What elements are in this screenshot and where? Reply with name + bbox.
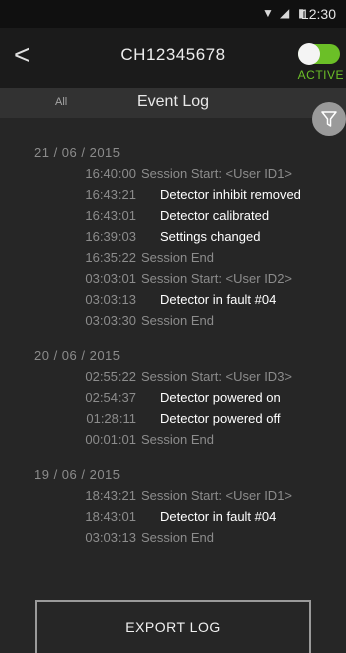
log-entry: 16:39:03 Settings changed [0,226,346,247]
export-log-label: EXPORT LOG [125,619,221,635]
log-description: Detector in fault #04 [160,292,277,307]
log-group: 20 / 06 / 2015 02:55:22 Session Start: <U… [0,345,346,450]
status-bar: ▼ ◢ ▮ 12:30 [0,0,346,28]
log-time: 16:40:00 [85,166,136,181]
toggle-knob [298,43,320,65]
log-description: Session End [141,530,214,545]
log-description: Settings changed [160,229,261,244]
log-entry: 01:28:11 Detector powered off [0,408,346,429]
log-description: Detector powered off [160,411,281,426]
event-log-list: 21 / 06 / 2015 16:40:00 Session Start: <U… [0,142,346,562]
log-time: 03:03:30 [85,313,136,328]
log-description: Session Start: <User ID2> [141,271,293,286]
log-time: 18:43:21 [85,488,136,503]
log-time: 03:03:13 [85,292,136,307]
log-description: Session Start: <User ID1> [141,488,293,503]
log-time: 16:43:01 [85,208,136,223]
device-id-title: CH12345678 [120,45,226,64]
log-time: 16:35:22 [85,250,136,265]
log-description: Session Start: <User ID1> [141,166,293,181]
log-time: 16:39:03 [85,229,136,244]
clock: 12:30 [300,6,336,22]
log-group: 21 / 06 / 2015 16:40:00 Session Start: <U… [0,142,346,331]
log-description: Detector in fault #04 [160,509,277,524]
log-entry: 16:43:21 Detector inhibit removed [0,184,346,205]
page-title: Event Log [136,93,210,110]
log-description: Session End [141,313,214,328]
export-log-button[interactable]: EXPORT LOG [35,600,311,653]
log-description: Detector calibrated [160,208,270,223]
log-entry: 00:01:01 Session End [0,429,346,450]
log-date: 20 / 06 / 2015 [34,348,121,363]
log-entry: 03:03:13 Detector in fault #04 [0,289,346,310]
log-description: Session End [141,432,214,447]
cell-signal-icon: ◢ [280,6,290,20]
log-entry: 18:43:01 Detector in fault #04 [0,506,346,527]
log-entry: 02:54:37 Detector powered on [0,387,346,408]
wifi-icon: ▼ [262,6,274,20]
log-description: Detector inhibit removed [160,187,301,202]
tab-bar: All Event Log [0,88,346,118]
log-time: 16:43:21 [85,187,136,202]
log-entry: 03:03:30 Session End [0,310,346,331]
active-toggle[interactable] [298,43,340,65]
log-entry: 16:40:00 Session Start: <User ID1> [0,163,346,184]
toggle-status-label: ACTIVE [297,68,344,82]
log-time: 00:01:01 [85,432,136,447]
log-description: Detector powered on [160,390,281,405]
log-date: 21 / 06 / 2015 [34,145,121,160]
filter-funnel-icon [321,111,337,127]
log-date: 19 / 06 / 2015 [34,467,121,482]
log-entry: 03:03:01 Session Start: <User ID2> [0,268,346,289]
log-time: 03:03:13 [85,530,136,545]
log-entry: 18:43:21 Session Start: <User ID1> [0,485,346,506]
log-entry: 02:55:22 Session Start: <User ID3> [0,366,346,387]
log-time: 01:28:11 [86,411,136,426]
log-description: Session Start: <User ID3> [141,369,293,384]
filter-button[interactable] [312,102,346,136]
log-time: 02:54:37 [85,390,136,405]
app-header: < CH12345678 ACTIVE [0,28,346,88]
log-group: 19 / 06 / 2015 18:43:21 Session Start: <U… [0,464,346,548]
log-entry: 16:43:01 Detector calibrated [0,205,346,226]
log-time: 18:43:01 [85,509,136,524]
log-entry: 03:03:13 Session End [0,527,346,548]
log-description: Session End [141,250,214,265]
log-time: 02:55:22 [85,369,136,384]
log-time: 03:03:01 [85,271,136,286]
log-entry: 16:35:22 Session End [0,247,346,268]
